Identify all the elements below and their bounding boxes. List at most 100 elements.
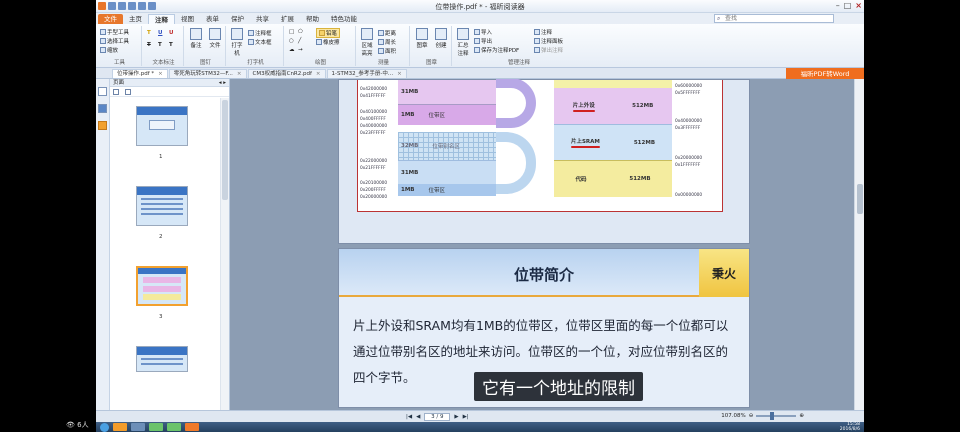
page-number-label: 1 [159, 154, 163, 160]
prev-page-icon[interactable]: ◀ [416, 414, 420, 420]
taskbar-app-icon[interactable] [149, 423, 163, 431]
search-icon: ⌕ [717, 15, 721, 22]
area-measure-button[interactable]: 面积 [378, 47, 396, 55]
summarize-comments-button[interactable]: 汇总 注释 [455, 28, 471, 57]
comments-panel-button[interactable]: 注释面板 [534, 37, 563, 45]
document-view[interactable]: 0x42000000 0x41FFFFFF 0x40100000 0x400FF… [230, 79, 854, 410]
thumbnail-options-icon[interactable] [113, 88, 119, 95]
page-thumbnail-3[interactable] [136, 266, 188, 306]
tab-features[interactable]: 特色功能 [325, 14, 363, 24]
export-label: 导出 [481, 39, 493, 45]
export-button[interactable]: 导出 [474, 37, 492, 45]
stamp-button[interactable]: 图章 [413, 28, 431, 49]
start-button-icon[interactable] [100, 422, 109, 432]
zoom-in-icon[interactable]: ⊕ [799, 413, 804, 419]
close-tab-icon[interactable]: × [158, 71, 163, 77]
zoom-slider[interactable] [756, 412, 797, 420]
strikeout-icon[interactable]: T [147, 42, 151, 48]
first-page-icon[interactable]: |◀ [406, 414, 412, 420]
taskbar-app-icon[interactable] [113, 423, 127, 431]
hand-tool-button[interactable]: 手型工具 [100, 28, 129, 36]
collapse-panel-icon[interactable]: ◂ ▸ [219, 79, 226, 87]
callout-label: 注释框 [255, 31, 272, 37]
file-attach-button[interactable]: 文件 [206, 28, 224, 49]
panel-scrollbar[interactable] [220, 98, 229, 410]
page-thumbnails-icon[interactable] [98, 87, 107, 96]
doc-tab[interactable]: CM3权威指南CnR2.pdf × [247, 69, 326, 78]
layers-icon[interactable] [98, 121, 107, 130]
select-tool-button[interactable]: 选择工具 [100, 37, 129, 45]
tab-view[interactable]: 视图 [175, 14, 200, 24]
callout-button[interactable]: 注释框 [248, 29, 272, 37]
tab-share[interactable]: 共享 [250, 14, 275, 24]
viewer-count-label: 6人 [77, 421, 89, 429]
cloud-icon[interactable]: ☁ [289, 47, 295, 53]
create-stamp-button[interactable]: 创建 [432, 28, 450, 49]
area-highlight-button[interactable]: 区域 高亮 [359, 28, 375, 57]
taskbar-app-icon[interactable] [131, 423, 145, 431]
minimize-icon[interactable]: – [836, 1, 840, 10]
zoom-level[interactable]: 107.08% [721, 413, 745, 419]
comments-button[interactable]: 注释 [534, 28, 552, 36]
perimeter-button[interactable]: 周长 [378, 38, 396, 46]
next-page-icon[interactable]: ▶ [454, 414, 458, 420]
insert-text-icon[interactable]: T [169, 42, 173, 48]
page-thumbnail-2[interactable] [136, 186, 188, 226]
close-tab-icon[interactable]: × [237, 71, 242, 77]
highlight-icon[interactable]: T [147, 30, 151, 36]
zoom-tool-button[interactable]: 缩放 [100, 46, 118, 54]
typewriter-button[interactable]: 打字机 [229, 28, 245, 57]
doc-tab-active[interactable]: 位带操作.pdf * × [112, 69, 168, 78]
underline-icon[interactable]: U [158, 30, 162, 36]
taskbar-foxit-icon[interactable] [185, 423, 199, 431]
doc-tab[interactable]: 1-STM32_参考手册-中... × [326, 69, 407, 78]
maximize-icon[interactable]: □ [844, 1, 852, 10]
address-label: 0x40000000 [360, 124, 388, 129]
polygon-icon[interactable]: ⬠ [298, 29, 303, 35]
eraser-button[interactable]: 橡皮擦 [316, 38, 340, 46]
perimeter-icon [378, 39, 384, 45]
close-tab-icon[interactable]: × [397, 71, 402, 77]
arrow-icon[interactable]: → [298, 47, 303, 53]
block-name-label: 位带区 [428, 188, 446, 194]
page-number-input[interactable]: 3 / 9 [424, 413, 451, 421]
search-input[interactable]: ⌕ 查找 [714, 14, 834, 23]
address-label: 0x400FFFFF [360, 117, 386, 122]
close-tab-icon[interactable]: × [316, 71, 321, 77]
distance-button[interactable]: 距离 [378, 29, 396, 37]
page-thumbnail-1[interactable] [136, 106, 188, 146]
ellipse-icon[interactable]: ○ [289, 38, 294, 44]
tab-home[interactable]: 主页 [123, 14, 148, 24]
tab-protect[interactable]: 保护 [225, 14, 250, 24]
rectangle-icon[interactable]: □ [289, 29, 294, 35]
tab-help[interactable]: 帮助 [300, 14, 325, 24]
pencil-button[interactable]: 铅笔 [316, 28, 341, 38]
line-icon[interactable]: ╱ [298, 38, 301, 44]
textbox-button[interactable]: 文本框 [248, 38, 272, 46]
taskbar-app-icon[interactable] [167, 423, 181, 431]
close-icon[interactable]: × [855, 1, 862, 10]
group-label-drawing: 绘图 [314, 60, 326, 66]
tab-form[interactable]: 表单 [200, 14, 225, 24]
note-button[interactable]: 备注 [187, 28, 205, 49]
doc-tab[interactable]: 零死角玩转STM32—F... × [168, 69, 247, 78]
brand-logo: 秉火 [699, 249, 749, 297]
tab-file[interactable]: 文件 [98, 14, 123, 24]
squiggly-icon[interactable]: U [169, 30, 173, 36]
delete-page-icon[interactable] [125, 88, 131, 95]
group-label-tools: 工具 [113, 60, 125, 66]
group-typewriter: 打字机 注释框 文本框 打字机 [228, 26, 284, 66]
bookmarks-icon[interactable] [98, 104, 107, 113]
zoom-out-icon[interactable]: ⊖ [749, 413, 754, 419]
page-thumbnail-4[interactable] [136, 346, 188, 372]
slide-header: 位带简介 秉火 [339, 249, 749, 297]
tab-comment[interactable]: 注释 [148, 14, 175, 24]
flatten-button[interactable]: 保存为注释PDF [474, 46, 519, 54]
last-page-icon[interactable]: ▶| [463, 414, 469, 420]
tab-extend[interactable]: 扩展 [275, 14, 300, 24]
replace-text-icon[interactable]: T [158, 42, 162, 48]
document-scrollbar[interactable] [854, 79, 864, 410]
import-button[interactable]: 导入 [474, 28, 492, 36]
popup-button[interactable]: 弹出注释 [534, 46, 563, 54]
memory-block-top [554, 80, 672, 88]
